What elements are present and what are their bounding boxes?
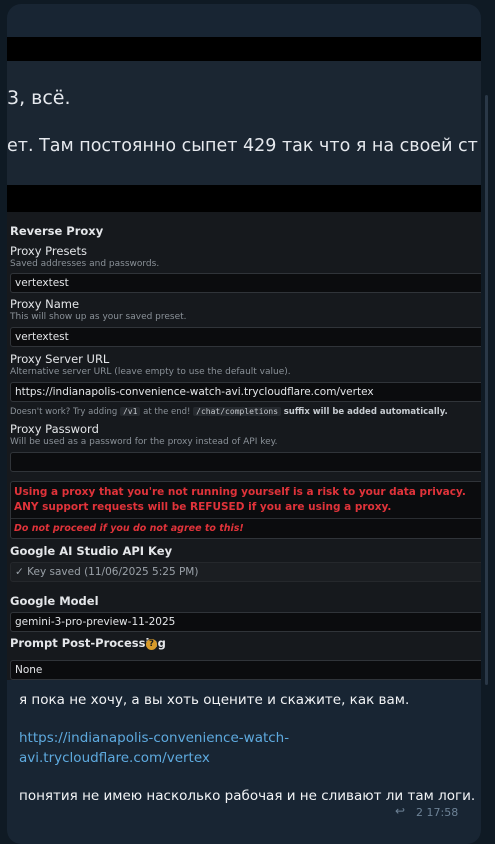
proxy-url-input[interactable]: https://indianapolis-convenience-watch-a… [10, 382, 481, 402]
section-title: Reverse Proxy [10, 224, 104, 238]
proxy-name-input[interactable]: vertextest [10, 327, 481, 347]
api-key-field[interactable]: ✓ Key saved (11/06/2025 5:25 PM) [10, 562, 481, 582]
privacy-warning-box: Using a proxy that you're not running yo… [10, 481, 481, 539]
proxy-password-hint: Will be used as a password for the proxy… [10, 437, 278, 447]
google-model-select[interactable]: gemini-3-pro-preview-11-2025 [10, 612, 481, 632]
message-link-line-2[interactable]: avi.trycloudflare.com/vertex [19, 750, 210, 766]
proxy-presets-select[interactable]: vertextest [10, 273, 481, 293]
proxy-url-label: Proxy Server URL [10, 352, 110, 366]
banner-line-1: 3, всё. [7, 87, 71, 109]
post-processing-label: Prompt Post-Processing [10, 636, 166, 650]
proxy-name-hint: This will show up as your saved preset. [10, 312, 187, 322]
help-icon[interactable]: ? [146, 639, 157, 650]
message-text-2: понятия не имею насколько рабочая и не с… [19, 788, 476, 804]
warning-line-3: Do not proceed if you do not agree to th… [14, 523, 244, 534]
reply-icon[interactable]: ↩ [395, 804, 405, 818]
proxy-url-note: Doesn't work? Try adding /v1 at the end!… [10, 407, 448, 417]
warning-line-2: ANY support requests will be REFUSED if … [14, 501, 392, 513]
proxy-url-hint: Alternative server URL (leave empty to u… [10, 367, 291, 377]
proxy-presets-label: Proxy Presets [10, 244, 88, 258]
scrollbar[interactable] [485, 95, 488, 685]
proxy-password-label: Proxy Password [10, 422, 99, 436]
google-model-label: Google Model [10, 594, 99, 608]
post-processing-select[interactable]: None [10, 660, 481, 680]
message-bubble: 3, всё. ет. Там постоянно сыпет 429 так … [7, 4, 481, 844]
message-time: 2 17:58 [416, 806, 459, 819]
proxy-presets-hint: Saved addresses and passwords. [10, 259, 160, 269]
proxy-settings-panel: Reverse Proxy Proxy Presets Saved addres… [7, 215, 481, 680]
warning-line-1: Using a proxy that you're not running yo… [14, 486, 466, 498]
proxy-name-label: Proxy Name [10, 297, 80, 311]
proxy-password-input[interactable] [10, 452, 481, 472]
screenshot-banner: 3, всё. ет. Там постоянно сыпет 429 так … [7, 37, 481, 212]
message-text-1: я пока не хочу, а вы хоть оцените и скаж… [19, 692, 410, 708]
banner-line-2: ет. Там постоянно сыпет 429 так что я на… [7, 136, 478, 156]
message-link-line-1[interactable]: https://indianapolis-convenience-watch- [19, 730, 289, 746]
api-key-label: Google AI Studio API Key [10, 544, 173, 558]
attached-screenshot[interactable]: 3, всё. ет. Там постоянно сыпет 429 так … [7, 37, 481, 680]
